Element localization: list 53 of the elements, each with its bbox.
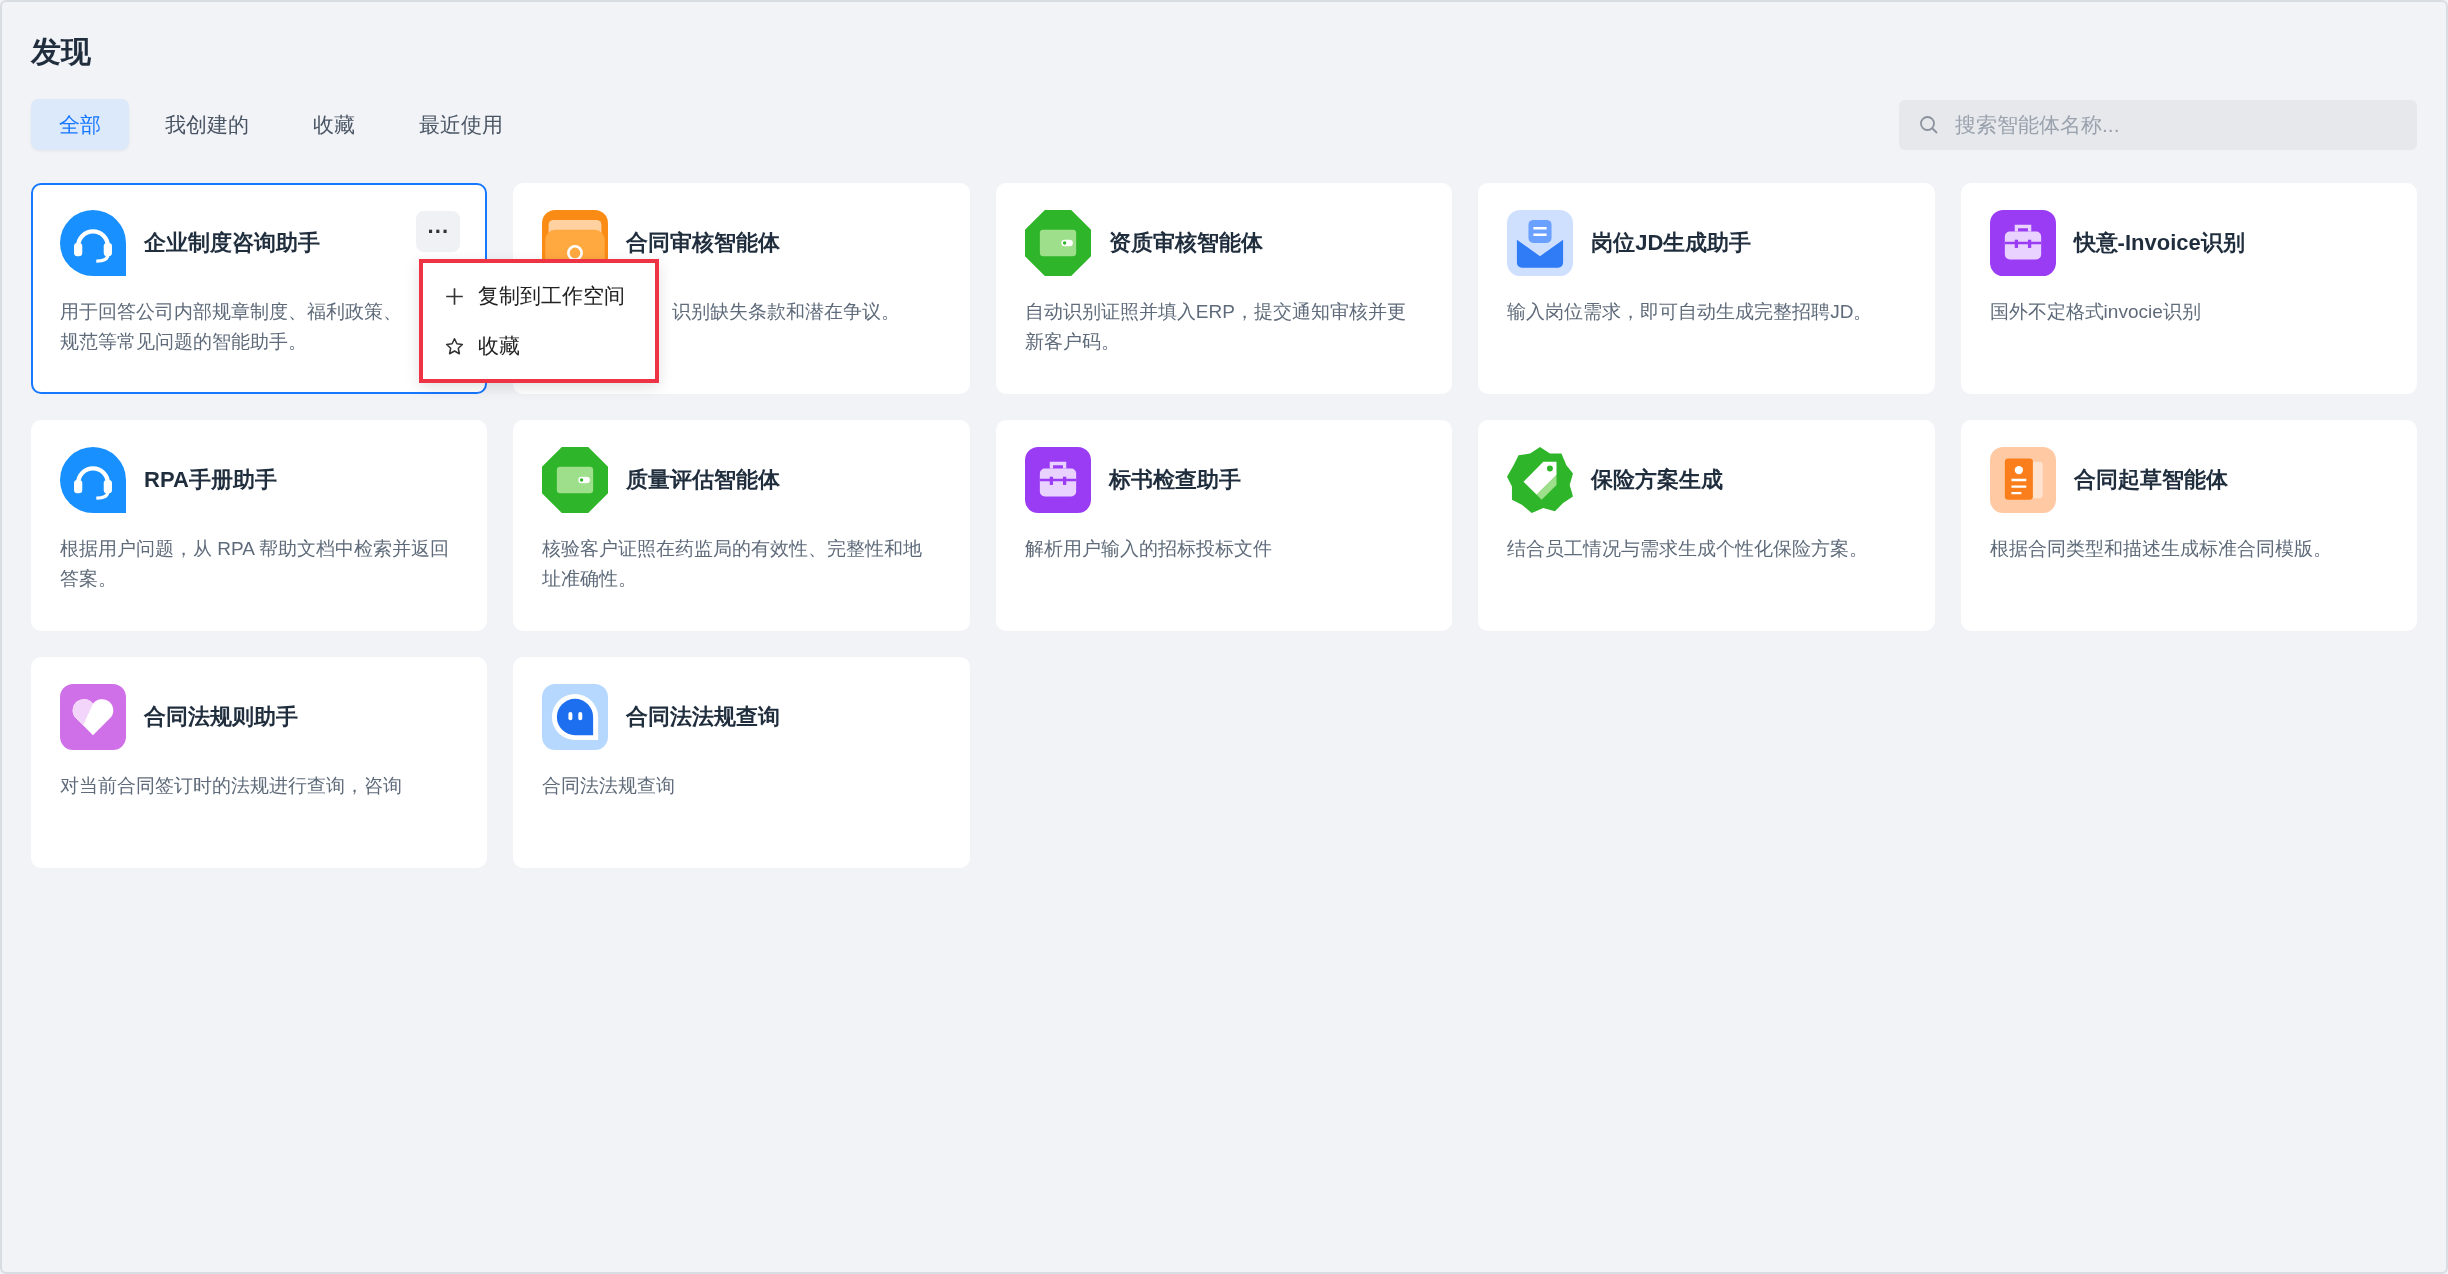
search-field[interactable]: 搜索智能体名称... [1899,99,2417,150]
briefcase-icon [1989,210,2056,276]
agent-card[interactable]: 保险方案生成 结合员工情况与需求生成个性化保险方案。 [1478,420,1935,631]
agent-title: RPA手册助手 [144,466,277,494]
agent-description: 结合员工情况与需求生成个性化保险方案。 [1507,537,1870,561]
agent-card[interactable]: 标书检查助手 解析用户输入的招标投标文件 [995,420,1453,631]
tab[interactable]: 最近使用 [391,99,531,150]
agent-title: 合同审核智能体 [626,229,781,257]
envelope-icon [1507,210,1574,276]
document-icon [1989,447,2056,513]
tab[interactable]: 我创建的 [137,99,277,150]
search-icon [1919,114,1939,135]
more-button[interactable]: ··· [416,211,461,252]
agent-card[interactable]: 质量评估智能体 核验客户证照在药监局的有效性、完整性和地址准确性。 [513,420,970,631]
agent-title: 标书检查助手 [1108,466,1241,494]
agent-card[interactable]: 合同法法规查询 合同法法规查询 [513,657,970,868]
headset-icon [60,447,126,513]
wallet-icon [542,447,609,513]
agent-description: 根据合同类型和描述生成标准合同模版。 [1989,537,2333,561]
agent-title: 合同法法规查询 [626,703,781,731]
briefcase-icon [1024,447,1091,513]
agent-description: 国外不定格式invocie识别 [1989,300,2202,324]
agent-description: 合同法法规查询 [542,774,677,798]
agent-card[interactable]: RPA手册助手 根据用户问题，从 RPA 帮助文档中检索并返回答案。 [31,420,488,631]
agent-description: 识别缺失条款和潜在争议。 [671,300,902,324]
agent-card[interactable]: 岗位JD生成助手 输入岗位需求，即可自动生成完整招聘JD。 [1478,183,1935,394]
agent-title: 合同法规则助手 [144,703,298,731]
chat-bot-icon [542,684,609,750]
agent-title: 快意-Invoice识别 [2073,229,2245,257]
agent-description: 解析用户输入的招标投标文件 [1024,537,1273,561]
tag-icon [1507,447,1574,513]
agent-title: 合同起草智能体 [2073,466,2228,494]
star-icon [445,336,464,356]
tab[interactable]: 收藏 [285,99,383,150]
agent-description: 根据用户问题，从 RPA 帮助文档中检索并返回答案。 [60,537,451,591]
wallet-icon [1024,210,1091,276]
agent-title: 质量评估智能体 [626,466,781,494]
agent-title: 保险方案生成 [1591,466,1724,494]
agent-card[interactable]: 合同法规则助手 对当前合同签订时的法规进行查询，咨询 [31,657,488,868]
agent-card[interactable]: 快意-Invoice识别 国外不定格式invocie识别 [1960,183,2417,394]
agent-title: 资质审核智能体 [1108,229,1263,257]
plus-icon [445,286,464,306]
agent-card[interactable]: 资质审核智能体 自动识别证照并填入ERP，提交通知审核并更新客户码。 [995,183,1453,394]
agent-title: 企业制度咨询助手 [144,229,320,257]
agent-description: 核验客户证照在药监局的有效性、完整性和地址准确性。 [542,537,924,591]
agent-card[interactable]: 合同起草智能体 根据合同类型和描述生成标准合同模版。 [1960,420,2417,631]
agent-description: 用于回答公司内部规章制度、福利政策、规范等常见问题的智能助手。 [60,300,403,354]
agent-description: 输入岗位需求，即可自动生成完整招聘JD。 [1507,300,1874,324]
agent-description: 自动识别证照并填入ERP，提交通知审核并更新客户码。 [1024,300,1407,354]
agent-title: 岗位JD生成助手 [1591,229,1752,257]
page-title: 发现 [31,34,92,70]
headset-icon [60,210,126,276]
agent-description: 对当前合同签订时的法规进行查询，咨询 [60,774,403,798]
